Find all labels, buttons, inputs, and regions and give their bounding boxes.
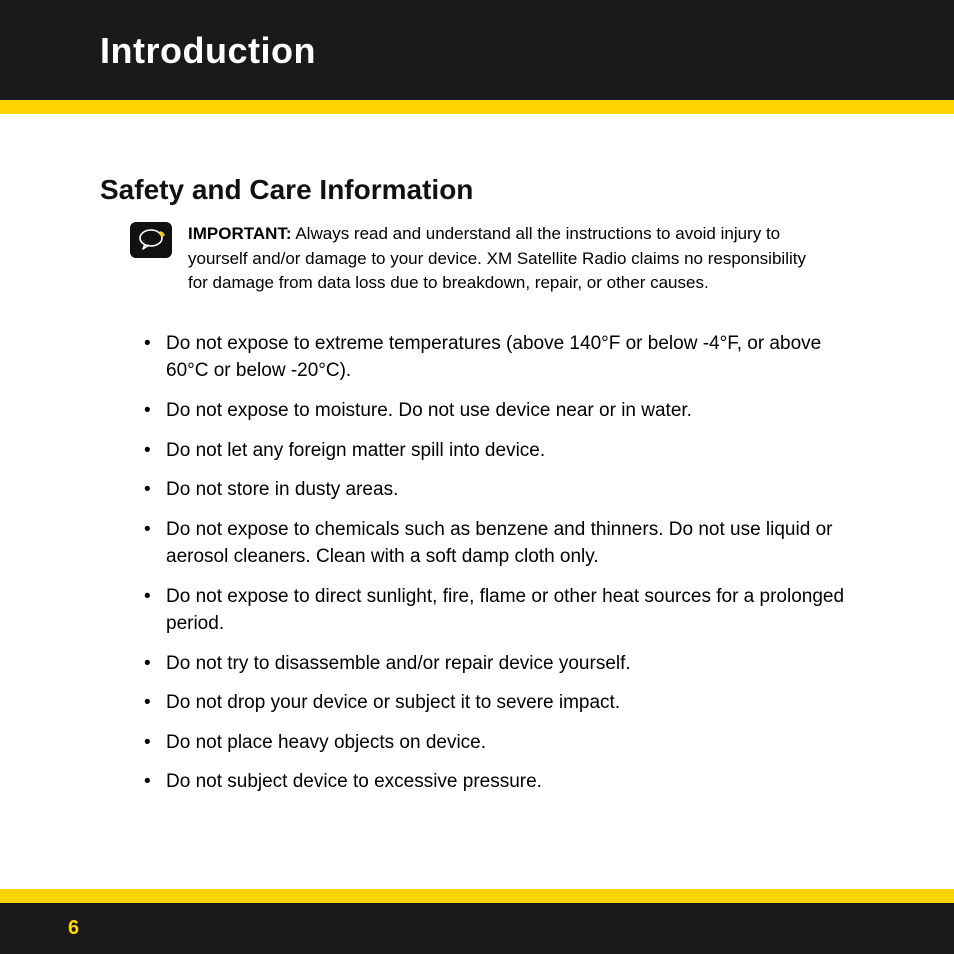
list-item: Do not expose to extreme temperatures (a… [144, 330, 854, 385]
list-item: Do not expose to moisture. Do not use de… [144, 397, 854, 425]
notice-block: IMPORTANT: Always read and understand al… [100, 222, 854, 296]
list-item: Do not place heavy objects on device. [144, 729, 854, 757]
list-item: Do not subject device to excessive press… [144, 768, 854, 796]
list-item: Do not try to disassemble and/or repair … [144, 650, 854, 678]
list-item: Do not store in dusty areas. [144, 476, 854, 504]
content-area: Safety and Care Information IMPORTANT: A… [0, 114, 954, 889]
footer-bar: 6 [0, 903, 954, 954]
speech-bubble-icon [130, 222, 172, 258]
page-title: Introduction [100, 30, 954, 72]
accent-stripe-bottom [0, 889, 954, 903]
notice-label: IMPORTANT: [188, 224, 292, 243]
list-item: Do not expose to direct sunlight, fire, … [144, 583, 854, 638]
bullet-list: Do not expose to extreme temperatures (a… [100, 330, 854, 796]
section-heading: Safety and Care Information [100, 174, 854, 206]
notice-text: IMPORTANT: Always read and understand al… [188, 222, 828, 296]
header-band: Introduction [0, 0, 954, 100]
accent-stripe-top [0, 100, 954, 114]
page-number: 6 [68, 917, 79, 939]
list-item: Do not let any foreign matter spill into… [144, 437, 854, 465]
list-item: Do not expose to chemicals such as benze… [144, 516, 854, 571]
footer-band: 6 [0, 889, 954, 954]
list-item: Do not drop your device or subject it to… [144, 689, 854, 717]
